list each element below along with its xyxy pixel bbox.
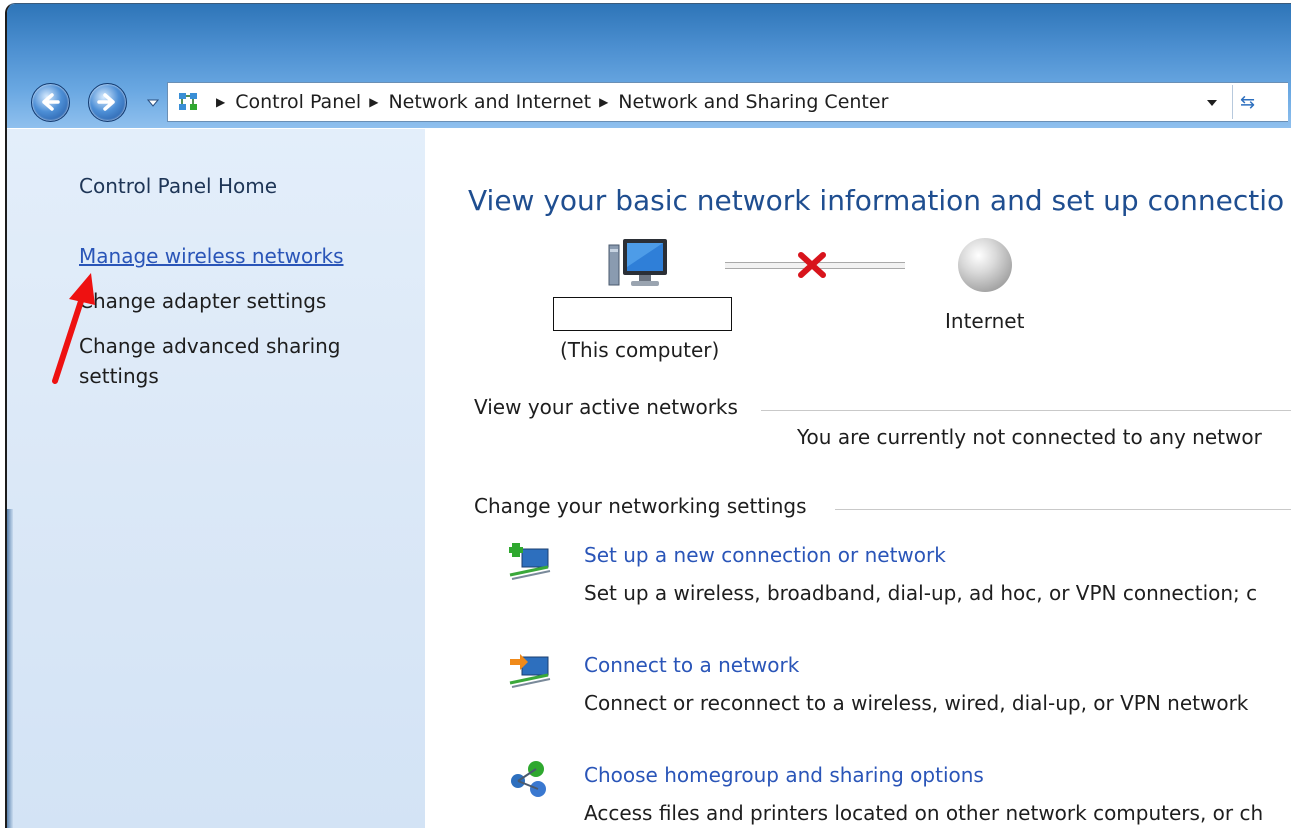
internet-label: Internet xyxy=(945,309,1025,333)
new-connection-icon xyxy=(509,543,551,580)
sidebar-edge xyxy=(7,509,13,828)
task-new-connection-link[interactable]: Set up a new connection or network xyxy=(584,543,946,567)
network-center-icon xyxy=(179,93,197,110)
network-sharing-center-window: ▶ Control Panel ▶ Network and Internet ▶… xyxy=(5,3,1291,828)
disconnected-x-icon[interactable] xyxy=(797,251,827,279)
title-bar: ▶ Control Panel ▶ Network and Internet ▶… xyxy=(7,4,1291,128)
computer-name-redaction xyxy=(553,297,732,331)
divider xyxy=(835,509,1291,510)
computer-icon xyxy=(608,239,667,286)
recent-pages-dropdown[interactable] xyxy=(147,97,159,109)
sidebar-item-change-adapter-settings[interactable]: Change adapter settings xyxy=(79,286,326,316)
this-computer-label: (This computer) xyxy=(560,338,720,362)
forward-button[interactable] xyxy=(88,83,127,122)
sidebar-item-control-panel-home[interactable]: Control Panel Home xyxy=(79,171,277,201)
back-arrow-icon xyxy=(42,93,60,111)
sidebar: Control Panel Home Manage wireless netwo… xyxy=(7,129,425,828)
task-new-connection-desc: Set up a wireless, broadband, dial-up, a… xyxy=(584,581,1258,605)
annotation-arrow-icon xyxy=(52,273,95,384)
breadcrumb-network-sharing-center[interactable]: Network and Sharing Center xyxy=(618,91,888,113)
sidebar-item-manage-wireless-networks[interactable]: Manage wireless networks xyxy=(79,241,344,271)
breadcrumb-network-internet[interactable]: Network and Internet xyxy=(388,91,591,113)
active-networks-heading: View your active networks xyxy=(474,395,738,419)
breadcrumb: ▶ Control Panel ▶ Network and Internet ▶… xyxy=(208,83,888,121)
connect-network-icon xyxy=(509,654,551,688)
breadcrumb-control-panel[interactable]: Control Panel xyxy=(235,91,361,113)
main-content: View your basic network information and … xyxy=(425,129,1291,828)
breadcrumb-separator-icon[interactable]: ▶ xyxy=(369,95,378,109)
forward-arrow-icon xyxy=(97,93,115,111)
divider xyxy=(1232,85,1233,119)
breadcrumb-separator-icon[interactable]: ▶ xyxy=(216,95,225,109)
task-connect-network-desc: Connect or reconnect to a wireless, wire… xyxy=(584,691,1249,715)
sidebar-item-change-advanced-sharing[interactable]: Change advanced sharing settings xyxy=(79,331,379,391)
homegroup-icon xyxy=(511,761,546,797)
back-button[interactable] xyxy=(31,83,70,122)
breadcrumb-separator-icon[interactable]: ▶ xyxy=(599,95,608,109)
task-connect-network-link[interactable]: Connect to a network xyxy=(584,653,799,677)
active-networks-status: You are currently not connected to any n… xyxy=(797,425,1262,449)
address-bar[interactable]: ▶ Control Panel ▶ Network and Internet ▶… xyxy=(167,82,1288,122)
address-dropdown-icon[interactable] xyxy=(1206,98,1218,108)
internet-globe-icon xyxy=(958,238,1012,292)
refresh-icon[interactable]: ⇆ xyxy=(1240,92,1255,113)
networking-settings-heading: Change your networking settings xyxy=(474,494,807,518)
page-title: View your basic network information and … xyxy=(468,184,1285,217)
task-homegroup-link[interactable]: Choose homegroup and sharing options xyxy=(584,763,984,787)
divider xyxy=(761,410,1291,411)
task-homegroup-desc: Access files and printers located on oth… xyxy=(584,801,1264,825)
